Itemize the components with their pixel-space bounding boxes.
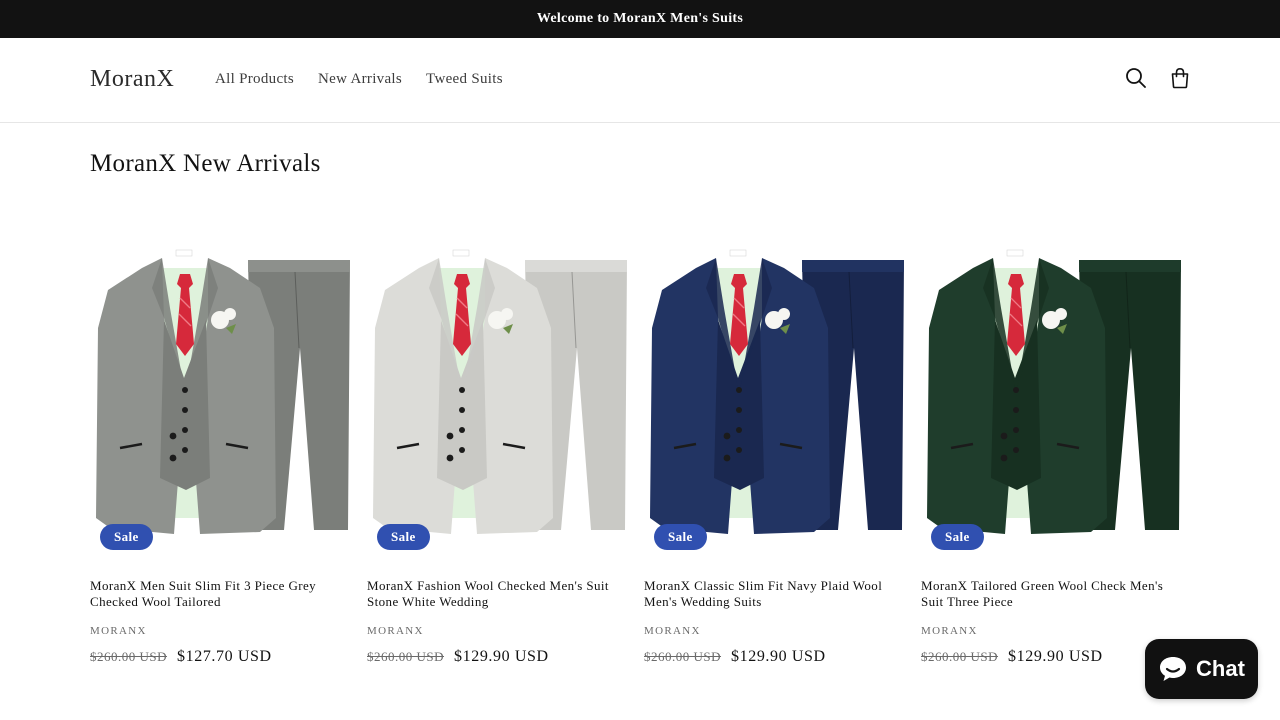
product-image[interactable] (90, 228, 353, 558)
compare-price: $260.00 USD (90, 649, 168, 664)
section-title: MoranX New Arrivals (90, 150, 321, 177)
price-group: $260.00 USD $129.90 USD (644, 648, 826, 666)
site-header: MoranX All Products New Arrivals Tweed S… (0, 38, 1280, 123)
nav-all-products[interactable]: All Products (215, 71, 294, 88)
price-group: $260.00 USD $129.90 USD (367, 648, 549, 666)
product-card[interactable]: Sale MoranX Tailored Green Wool Check Me… (921, 228, 1184, 665)
search-icon[interactable] (1124, 66, 1148, 90)
announcement-text: Welcome to MoranX Men's Suits (536, 11, 744, 26)
product-card[interactable]: Sale MoranX Men Suit Slim Fit 3 Piece Gr… (90, 228, 353, 665)
product-vendor: MORANX (367, 625, 424, 637)
product-title[interactable]: MoranX Classic Slim Fit Navy Plaid Wool … (644, 578, 907, 610)
sale-price: $127.70 USD (177, 648, 272, 665)
sale-price: $129.90 USD (731, 648, 826, 665)
product-image[interactable] (367, 228, 630, 558)
chat-label: Chat (1196, 656, 1245, 681)
product-title[interactable]: MoranX Men Suit Slim Fit 3 Piece Grey Ch… (90, 578, 353, 610)
sale-price: $129.90 USD (454, 648, 549, 665)
nav-tweed-suits[interactable]: Tweed Suits (426, 71, 503, 88)
compare-price: $260.00 USD (644, 649, 722, 664)
nav-new-arrivals[interactable]: New Arrivals (318, 71, 402, 88)
sale-badge: Sale (377, 524, 430, 550)
sale-badge: Sale (931, 524, 984, 550)
product-image[interactable] (644, 228, 907, 558)
compare-price: $260.00 USD (367, 649, 445, 664)
product-vendor: MORANX (644, 625, 701, 637)
chat-bubble-icon (1160, 657, 1187, 681)
product-title[interactable]: MoranX Fashion Wool Checked Men's Suit S… (367, 578, 630, 610)
cart-icon[interactable] (1168, 66, 1192, 90)
main-nav: All Products New Arrivals Tweed Suits (215, 71, 503, 88)
price-group: $260.00 USD $127.70 USD (90, 648, 272, 666)
chat-button[interactable]: Chat (1145, 639, 1258, 699)
product-card[interactable]: Sale MoranX Classic Slim Fit Navy Plaid … (644, 228, 907, 665)
product-card[interactable]: Sale MoranX Fashion Wool Checked Men's S… (367, 228, 630, 665)
sale-badge: Sale (654, 524, 707, 550)
sale-price: $129.90 USD (1008, 648, 1103, 665)
price-group: $260.00 USD $129.90 USD (921, 648, 1103, 666)
sale-badge: Sale (100, 524, 153, 550)
compare-price: $260.00 USD (921, 649, 999, 664)
product-image[interactable] (921, 228, 1184, 558)
announcement-bar: Welcome to MoranX Men's Suits (0, 0, 1280, 38)
store-logo[interactable]: MoranX (90, 66, 174, 93)
product-vendor: MORANX (921, 625, 978, 637)
product-vendor: MORANX (90, 625, 147, 637)
product-title[interactable]: MoranX Tailored Green Wool Check Men's S… (921, 578, 1184, 610)
